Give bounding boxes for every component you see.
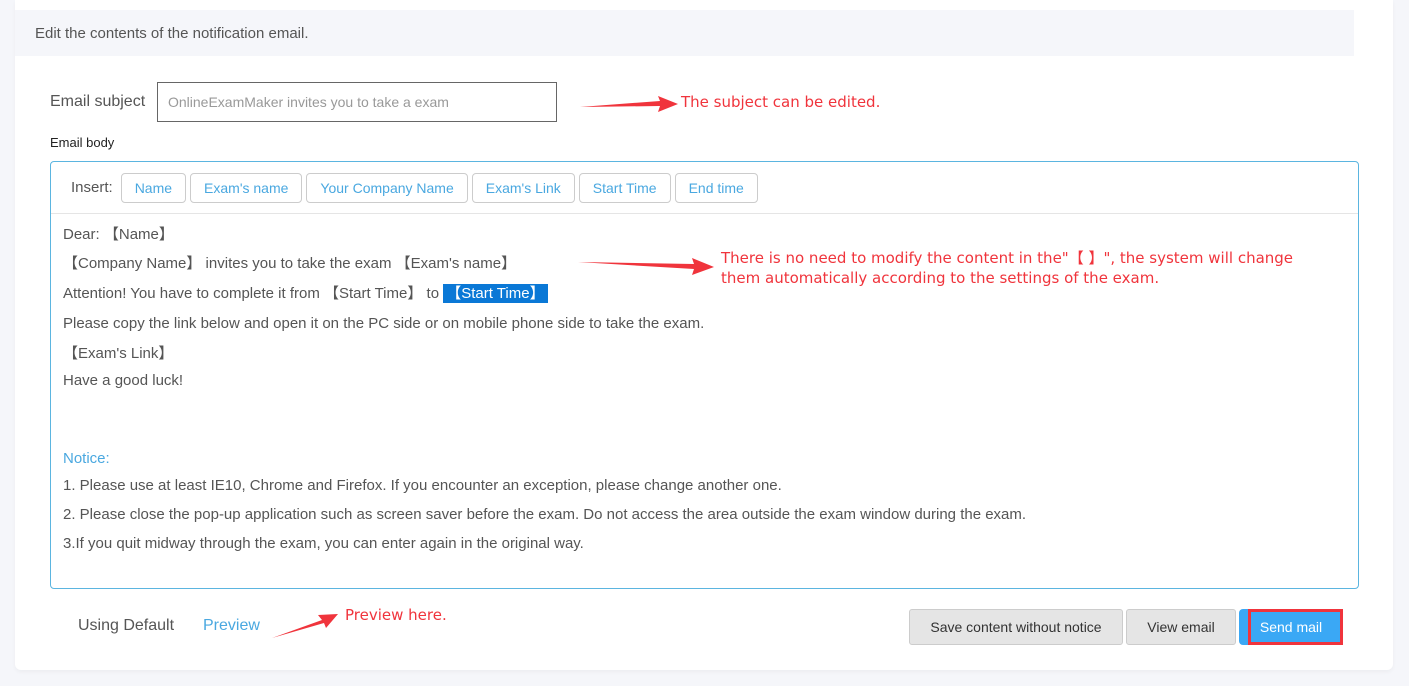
insert-name-button[interactable]: Name	[120, 172, 187, 203]
email-subject-label: Email subject	[50, 93, 146, 110]
subject-annotation: The subject can be edited.	[681, 93, 881, 111]
exam-name-placeholder-tag: 【Exam's name】	[395, 255, 517, 272]
section-title: Edit the contents of the notification em…	[35, 25, 309, 42]
insert-start-time-button[interactable]: Start Time	[578, 172, 671, 203]
email-subject-input[interactable]	[157, 82, 557, 122]
brackets-annotation-line1: There is no need to modify the content i…	[721, 249, 1294, 267]
selected-time-placeholder-tag: 【Start Time】	[443, 284, 548, 303]
brackets-annotation-line2: them automatically according to the sett…	[721, 269, 1160, 287]
name-placeholder-tag: 【Name】	[103, 226, 174, 243]
insert-label: Insert:	[71, 179, 113, 196]
brackets-annotation-arrow-icon	[578, 258, 714, 275]
using-default-label: Using Default	[78, 617, 175, 634]
preview-annotation: Preview here.	[345, 606, 447, 624]
email-body-label: Email body	[50, 135, 115, 150]
notice-item: 2. Please close the pop-up application s…	[63, 506, 1027, 523]
start-time-placeholder-tag: 【Start Time】	[324, 285, 423, 302]
save-without-notice-button[interactable]: Save content without notice	[909, 609, 1123, 645]
notice-item: 3.If you quit midway through the exam, y…	[63, 535, 584, 552]
subject-annotation-arrow-icon	[580, 96, 678, 112]
insert-end-time-button[interactable]: End time	[674, 172, 758, 203]
body-line-exam-link: 【Exam's Link】	[63, 345, 174, 362]
invite-text: invites you to take the exam	[201, 255, 396, 272]
body-line-attention: Attention! You have to complete it from …	[63, 283, 1346, 313]
attention-text: Attention! You have to complete it from	[63, 285, 324, 302]
body-line-good-luck: Have a good luck!	[63, 372, 184, 389]
to-text: to	[422, 285, 444, 302]
preview-annotation-arrow-icon	[272, 614, 338, 638]
notice-item: 1. Please use at least IE10, Chrome and …	[63, 477, 782, 494]
insert-toolbar: Insert: Name Exam's name Your Company Na…	[51, 162, 1358, 214]
insert-exam-link-button[interactable]: Exam's Link	[471, 172, 575, 203]
email-body-editor[interactable]: Insert: Name Exam's name Your Company Na…	[50, 161, 1359, 589]
insert-exam-name-button[interactable]: Exam's name	[190, 172, 303, 203]
section-header: Edit the contents of the notification em…	[15, 10, 1354, 56]
company-placeholder-tag: 【Company Name】	[63, 255, 202, 272]
preview-link[interactable]: Preview	[203, 617, 260, 635]
greeting-text: Dear:	[63, 226, 104, 243]
body-line-copy-link: Please copy the link below and open it o…	[63, 315, 705, 332]
view-email-button[interactable]: View email	[1126, 609, 1236, 645]
insert-company-name-button[interactable]: Your Company Name	[306, 172, 468, 203]
send-mail-button[interactable]: Send mail	[1239, 609, 1343, 645]
notice-title: Notice:	[63, 450, 110, 467]
